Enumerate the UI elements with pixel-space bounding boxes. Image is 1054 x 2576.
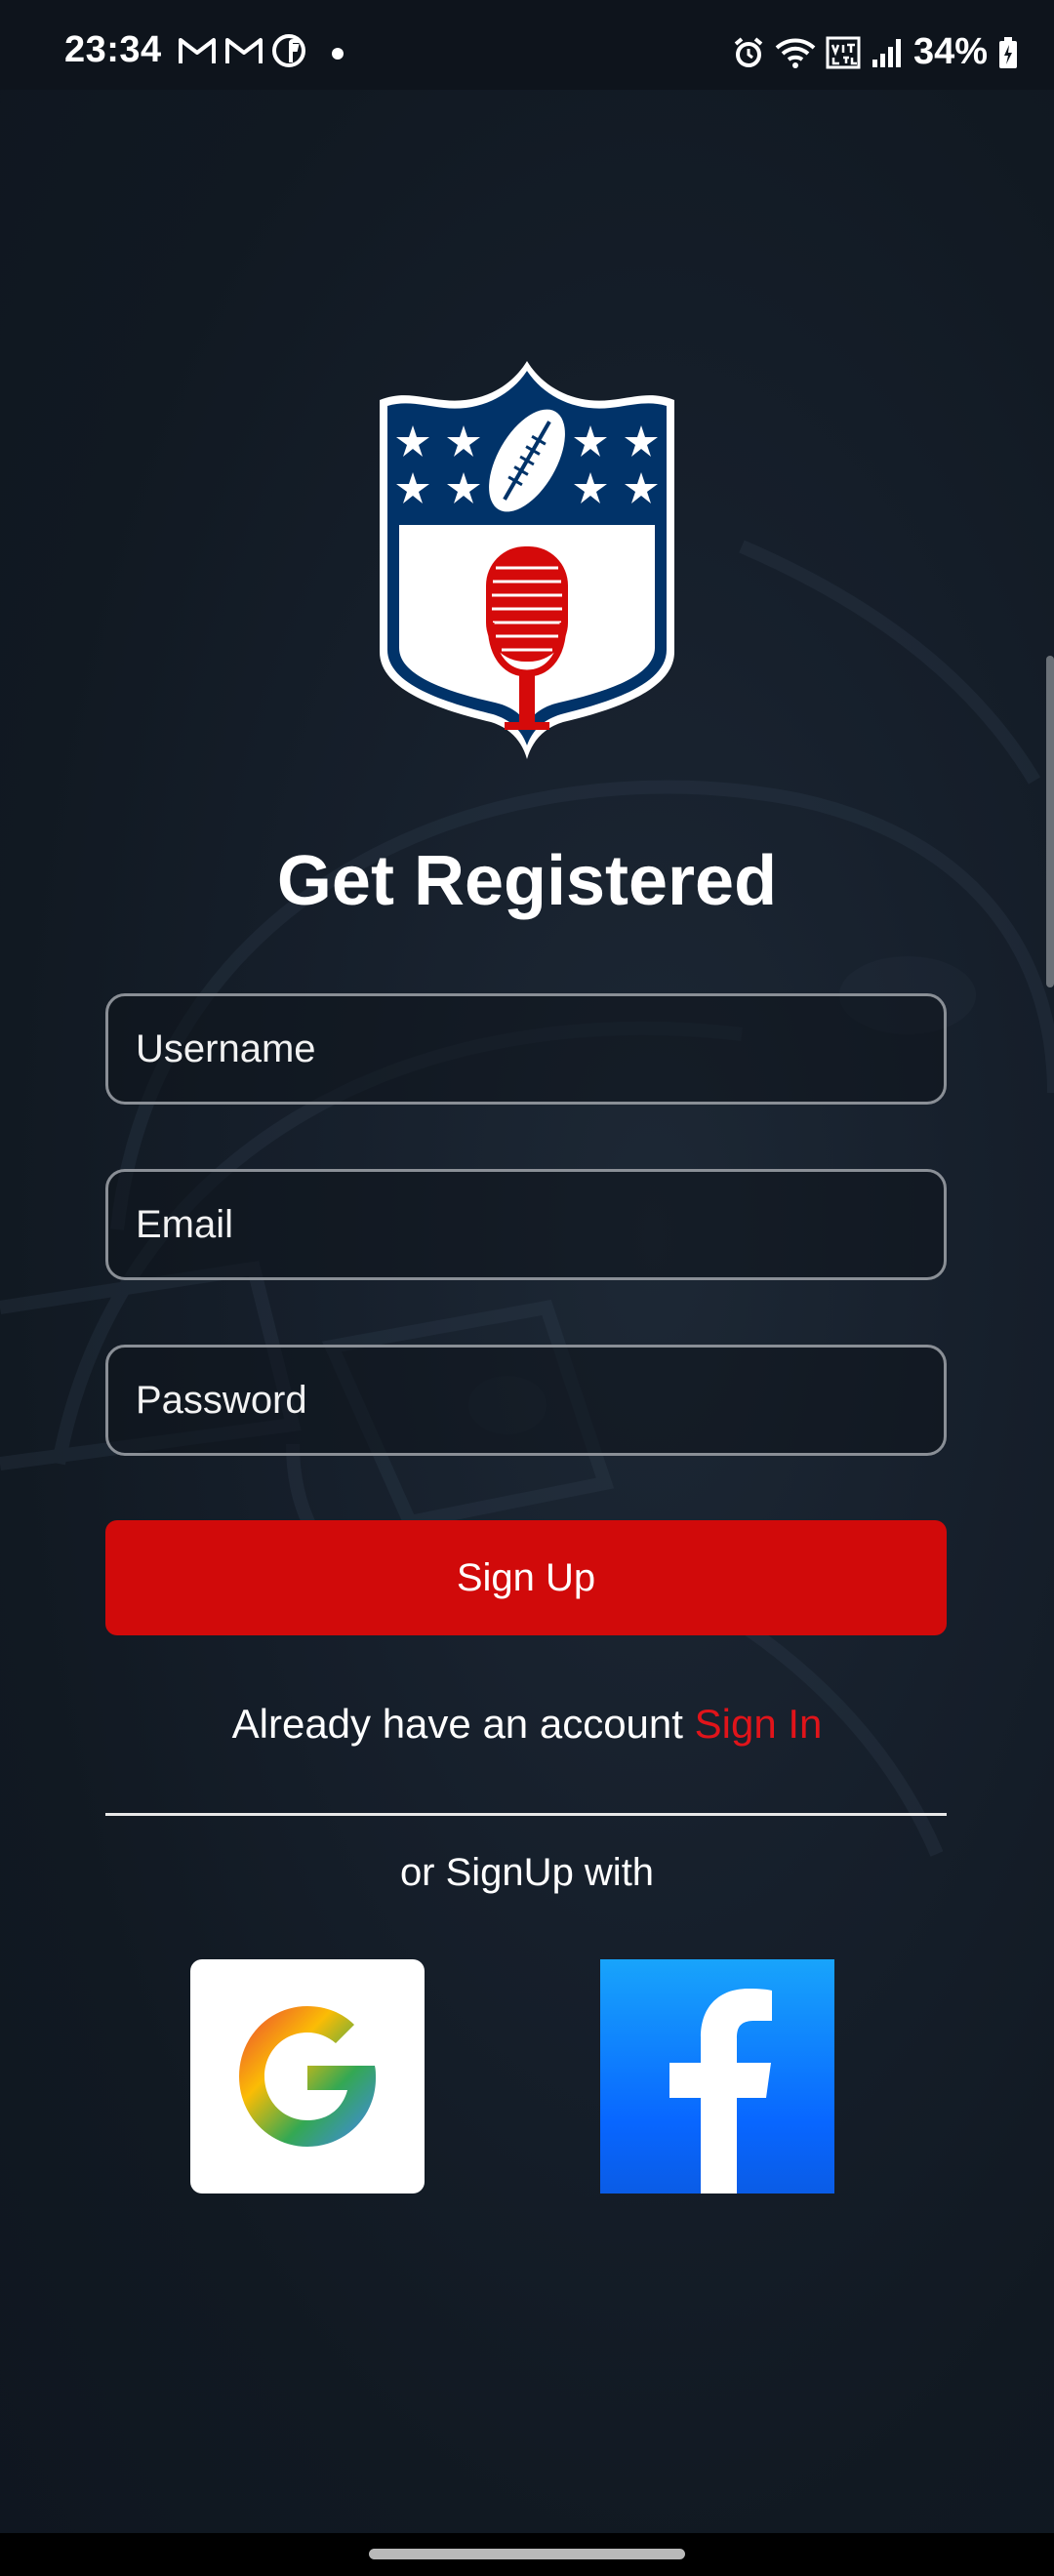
google-icon — [239, 2006, 376, 2147]
home-gesture-handle[interactable] — [369, 2549, 685, 2559]
sign-up-button[interactable]: Sign Up — [105, 1520, 947, 1635]
email-input[interactable] — [105, 1169, 947, 1280]
notification-icons — [178, 33, 306, 68]
facebook-icon — [669, 1989, 772, 2194]
wifi-icon — [775, 38, 816, 68]
password-input[interactable] — [105, 1345, 947, 1456]
page-title: Get Registered — [276, 842, 778, 920]
battery-charging-icon — [999, 36, 1017, 68]
nfl-shield-microphone-logo — [380, 361, 674, 759]
signal-icon — [872, 38, 901, 67]
sign-in-prompt: Already have an account Sign In — [0, 1701, 1054, 1748]
status-time: 23:34 — [64, 29, 162, 70]
facebook-signup-button[interactable] — [600, 1959, 834, 2194]
navigation-bar — [0, 2533, 1054, 2576]
facebook-messenger-icon — [272, 34, 305, 67]
gmail-icon — [179, 38, 216, 63]
sign-in-link[interactable]: Sign In — [695, 1701, 823, 1747]
volte-icon — [826, 36, 861, 68]
battery-percentage: 34% — [912, 31, 988, 72]
system-status-icons: 34% — [732, 31, 1019, 73]
username-input[interactable] — [105, 993, 947, 1105]
google-signup-button[interactable] — [190, 1959, 425, 2194]
status-bar: 23:34 34% — [0, 0, 1054, 90]
social-signup-label: or SignUp with — [399, 1851, 655, 1894]
gmail-icon — [225, 38, 263, 63]
alarm-icon — [734, 36, 763, 67]
sign-in-prompt-text: Already have an account — [231, 1701, 695, 1747]
more-notifications-dot — [332, 48, 344, 60]
registration-screen: 23:34 34% Get Registered Username Email … — [0, 0, 1054, 2576]
divider — [105, 1813, 947, 1816]
scrollbar[interactable] — [1046, 656, 1054, 987]
